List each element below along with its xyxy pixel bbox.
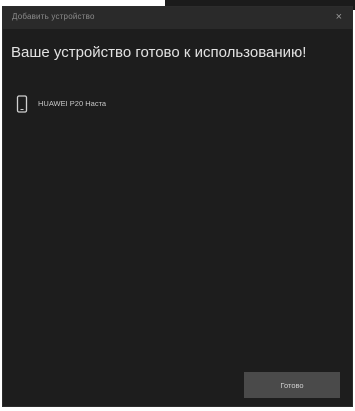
- close-icon[interactable]: ×: [336, 11, 342, 23]
- add-device-dialog: Добавить устройство × Ваше устройство го…: [2, 6, 353, 407]
- window-title: Добавить устройство: [12, 12, 95, 21]
- page-title: Ваше устройство готово к использованию!: [11, 44, 307, 61]
- device-list-item: HUAWEI P20 Наста: [15, 95, 215, 115]
- done-button[interactable]: Готово: [244, 372, 340, 398]
- title-bar[interactable]: Добавить устройство ×: [3, 7, 352, 29]
- device-name: HUAWEI P20 Наста: [38, 99, 107, 108]
- phone-icon: [16, 95, 28, 113]
